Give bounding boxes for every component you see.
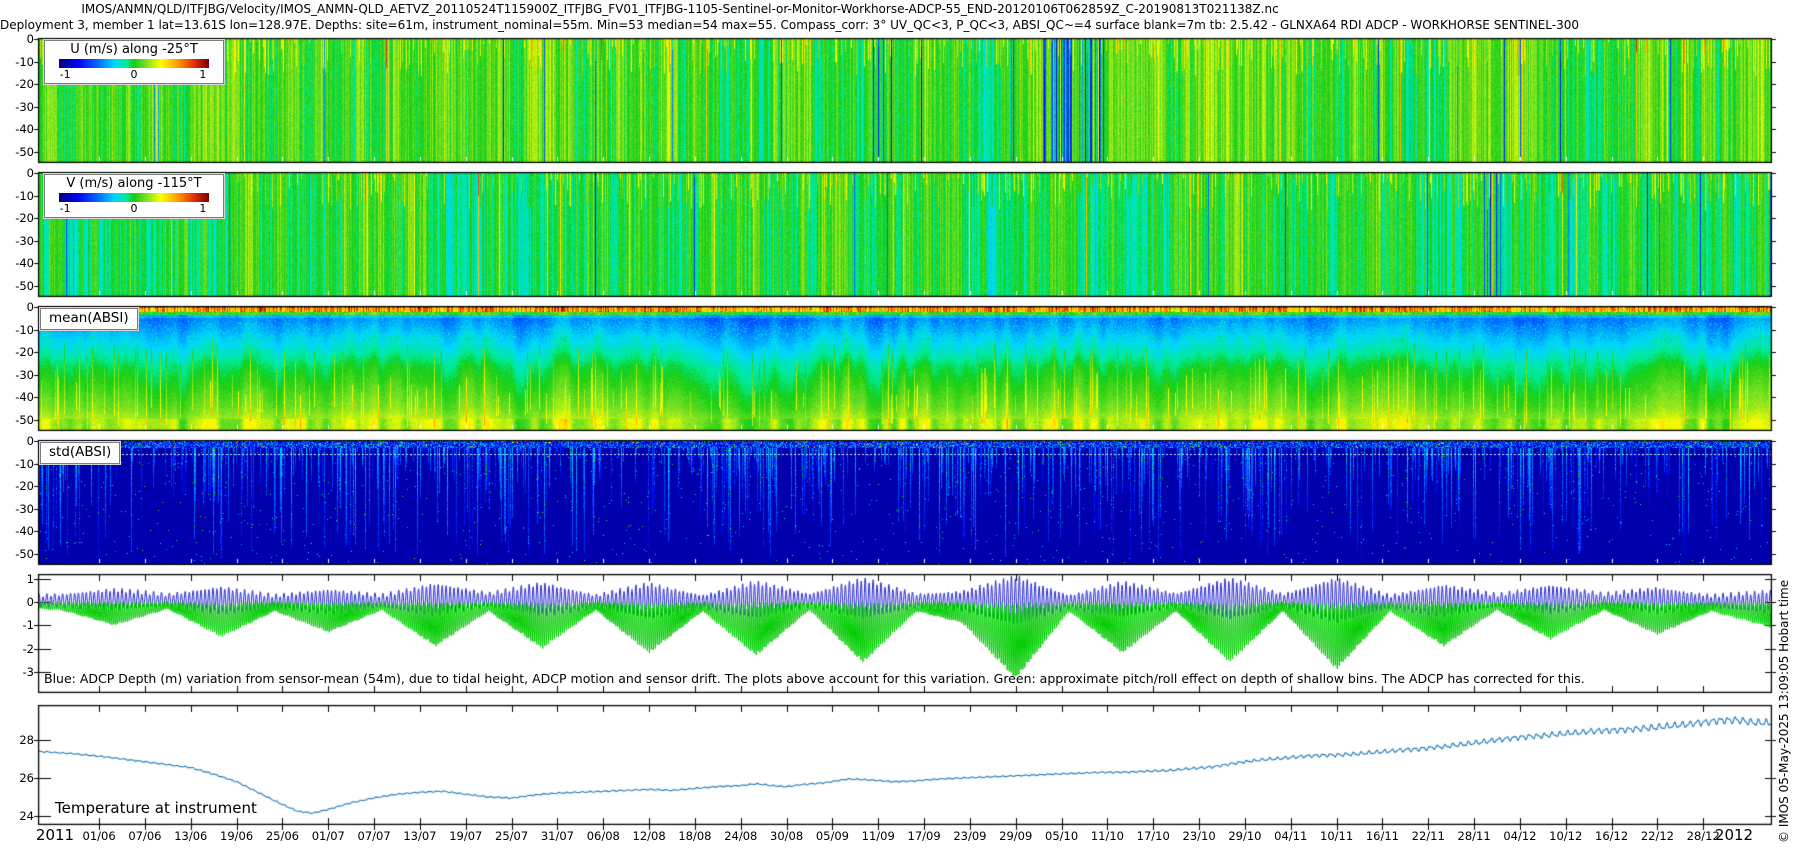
x-tick-label: 04/11 <box>1274 829 1308 843</box>
u-legend-title: U (m/s) along -25°T <box>70 42 198 57</box>
depth-variation-tick-label: 1 <box>26 571 34 586</box>
u-colorbar-tick: 1 <box>199 68 207 81</box>
x-tick-label: 01/06 <box>82 829 116 843</box>
x-tick-label: 24/08 <box>724 829 758 843</box>
depth-tick-label: -50 <box>15 412 34 427</box>
v-colorbar-ticks: -1 0 1 <box>52 202 216 215</box>
depth-tick-label: -10 <box>15 188 34 203</box>
x-tick-label: 13/07 <box>403 829 437 843</box>
depth-tick-label: 0 <box>26 32 34 46</box>
x-tick-label: 29/10 <box>1228 829 1262 843</box>
depth-tick-label: -20 <box>15 77 34 91</box>
depth-tick-label: -10 <box>15 322 34 337</box>
v-legend-title: V (m/s) along -115°T <box>66 176 202 191</box>
x-tick-label: 19/07 <box>449 829 483 843</box>
depth-variation-tick-label: -3 <box>22 664 34 679</box>
x-tick-label: 04/12 <box>1503 829 1537 843</box>
temperature-tick-label: 26 <box>19 771 34 785</box>
x-tick-label: 11/09 <box>861 829 895 843</box>
depth-variation-tick-label: 0 <box>26 595 34 609</box>
adcp-multi-panel-plot <box>0 0 1800 850</box>
x-tick-label: 25/07 <box>495 829 529 843</box>
v-colorbar-tick: 0 <box>130 202 138 215</box>
x-tick-label: 17/09 <box>907 829 941 843</box>
depth-tick-label: -40 <box>15 390 34 404</box>
v-colorbar-tick: -1 <box>59 202 71 215</box>
depth-tick-label: -20 <box>15 479 34 493</box>
x-tick-label: 05/09 <box>815 829 849 843</box>
x-tick-label: 13/06 <box>174 829 208 843</box>
depth-tick-label: -50 <box>15 144 34 159</box>
page-title: IMOS/ANMN/QLD/ITFJBG/Velocity/IMOS_ANMN-… <box>81 2 1279 16</box>
page-subtitle: Deployment 3, member 1 lat=13.61S lon=12… <box>0 18 1580 32</box>
x-tick-label: 10/12 <box>1549 829 1583 843</box>
x-tick-label: 31/07 <box>540 829 574 843</box>
figure: IMOS/ANMN/QLD/ITFJBG/Velocity/IMOS_ANMN-… <box>0 0 1800 850</box>
x-tick-label: 25/06 <box>265 829 300 843</box>
x-tick-label: 07/07 <box>357 829 391 843</box>
x-tick-label: 12/08 <box>632 829 666 843</box>
depth-tick-label: -10 <box>15 456 34 471</box>
depth-tick-label: -20 <box>15 211 34 225</box>
std-absi-label: std(ABSI) <box>38 441 122 465</box>
depth-tick-label: -30 <box>15 367 34 382</box>
depth-tick-label: -40 <box>15 122 34 136</box>
temperature-label: Temperature at instrument <box>55 799 257 817</box>
x-tick-label: 11/10 <box>1090 829 1124 843</box>
temperature-tick-label: 28 <box>19 733 34 747</box>
u-colorbar-tick: -1 <box>59 68 71 81</box>
depth-tick-label: -30 <box>15 99 34 114</box>
x-tick-label: 28/11 <box>1457 829 1491 843</box>
v-colorbar <box>59 193 209 202</box>
x-tick-label: 23/09 <box>953 829 987 843</box>
temperature-tick-label: 24 <box>19 809 34 823</box>
x-tick-label: 30/08 <box>770 829 804 843</box>
v-colorbar-legend: V (m/s) along -115°T -1 0 1 <box>43 173 225 219</box>
x-tick-label: 07/06 <box>128 829 162 843</box>
depth-tick-label: -50 <box>15 546 34 561</box>
depth-tick-label: -40 <box>15 524 34 538</box>
depth-tick-label: -10 <box>15 54 34 69</box>
x-tick-label: 01/07 <box>311 829 345 843</box>
year-label-right: 2012 <box>1714 826 1754 844</box>
x-tick-label: 18/08 <box>678 829 712 843</box>
depth-tick-label: 0 <box>26 434 34 448</box>
x-tick-label: 22/11 <box>1411 829 1445 843</box>
x-tick-label: 06/08 <box>586 829 620 843</box>
depth-variation-tick-label: -2 <box>22 641 34 656</box>
v-colorbar-tick: 1 <box>199 202 207 215</box>
u-colorbar <box>59 59 209 68</box>
year-label-left: 2011 <box>35 826 75 844</box>
mean-absi-label: mean(ABSI) <box>39 307 139 331</box>
depth-tick-label: -20 <box>15 345 34 359</box>
x-tick-label: 17/10 <box>1136 829 1170 843</box>
depth-tick-label: -30 <box>15 501 34 516</box>
u-colorbar-ticks: -1 0 1 <box>52 68 216 81</box>
x-tick-label: 19/06 <box>220 829 254 843</box>
x-tick-label: 05/10 <box>1045 829 1079 843</box>
x-tick-label: 16/11 <box>1365 829 1399 843</box>
x-tick-label: 10/11 <box>1320 829 1354 843</box>
depth-tick-label: 0 <box>26 300 34 314</box>
depth-tick-label: -30 <box>15 233 34 248</box>
copyright-text: © IMOS 05-May-2025 13:09:05 Hobart time <box>1777 579 1791 843</box>
x-tick-label: 23/10 <box>1182 829 1216 843</box>
x-tick-label: 16/12 <box>1595 829 1629 843</box>
depth-tick-label: -50 <box>15 278 34 293</box>
depth-tick-label: -40 <box>15 256 34 270</box>
depth-variation-tick-label: -1 <box>22 618 34 633</box>
depth-variation-annotation: Blue: ADCP Depth (m) variation from sens… <box>44 671 1585 686</box>
u-colorbar-tick: 0 <box>130 68 138 81</box>
u-colorbar-legend: U (m/s) along -25°T -1 0 1 <box>43 39 225 85</box>
x-tick-label: 29/09 <box>999 829 1033 843</box>
x-tick-label: 22/12 <box>1640 829 1674 843</box>
depth-tick-label: 0 <box>26 166 34 180</box>
